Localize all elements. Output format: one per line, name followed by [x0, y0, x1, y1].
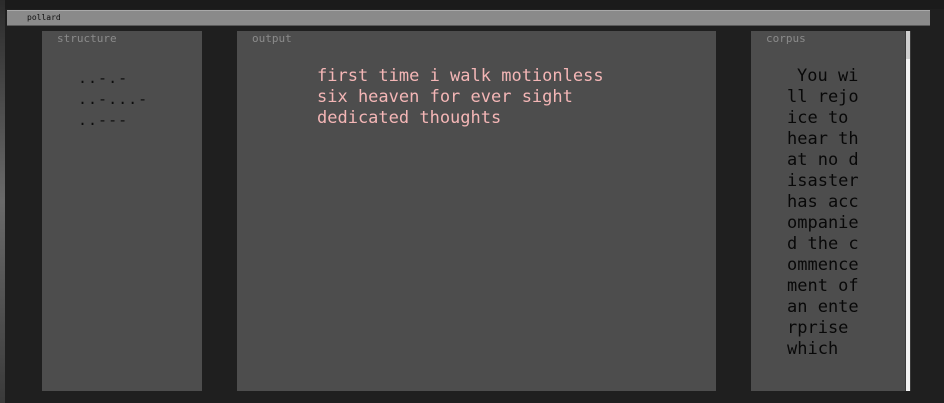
window-top-edge — [0, 0, 944, 9]
output-line: dedicated thoughts — [317, 108, 502, 128]
title-bar[interactable]: pollard — [7, 10, 930, 26]
structure-line: ..-...- — [78, 90, 149, 108]
structure-line: ..-.- — [78, 69, 129, 87]
corpus-label: corpus — [766, 32, 806, 45]
structure-line: ..--- — [78, 111, 129, 129]
corpus-scrollbar-thumb[interactable] — [906, 31, 910, 391]
structure-lines: ..-.- ..-...- ..--- — [78, 68, 148, 131]
output-label: output — [252, 32, 292, 45]
output-line: six heaven for ever sight — [317, 87, 573, 107]
structure-panel: structure ..-.- ..-...- ..--- — [42, 31, 202, 391]
corpus-text: You will rejoice to hear that no disaste… — [787, 66, 859, 359]
corpus-scrollbar-top — [906, 31, 910, 59]
output-lines: first time i walk motionless six heaven … — [317, 66, 604, 129]
structure-label: structure — [57, 32, 117, 45]
output-panel: output first time i walk motionless six … — [237, 31, 716, 391]
window-title: pollard — [27, 13, 61, 22]
output-line: first time i walk motionless — [317, 66, 604, 86]
window-left-edge — [0, 0, 5, 403]
corpus-panel[interactable]: corpus You will rejoice to hear that no … — [751, 31, 905, 391]
